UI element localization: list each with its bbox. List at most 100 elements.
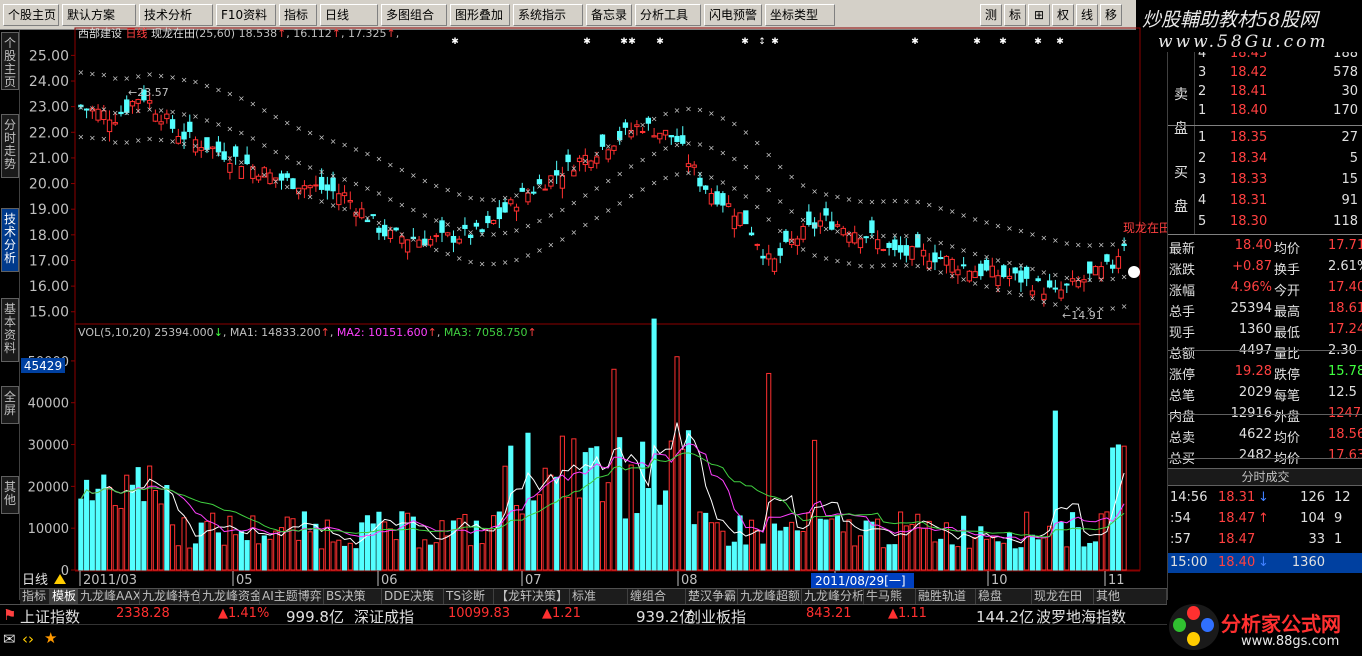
buy-volume: 91 (1341, 193, 1358, 208)
sell-row[interactable]: 2 18.41 30 (1168, 82, 1362, 102)
top-watermark: 炒股輔助教材58股网 www.58Gu.com (1136, 0, 1362, 52)
middle-band-mark: × (1086, 276, 1093, 285)
upper-band-mark: × (823, 190, 830, 199)
volume-bar (508, 445, 514, 571)
volume-bar (416, 547, 422, 571)
volume-bar (685, 430, 692, 571)
nav-arrows-icon[interactable]: ‹› (22, 630, 34, 648)
lower-band-mark: × (708, 173, 715, 182)
middle-band-mark: × (123, 109, 130, 118)
middle-band-mark: × (238, 128, 245, 137)
quote-panel: 卖盘买盘 4 18.45 188 3 18.42 578 2 18.41 30 1 18.40 170 1… (1167, 52, 1362, 600)
btab-jlf-aax[interactable]: 九龙峰AAX (78, 589, 140, 604)
volume-bar (777, 530, 783, 571)
signal-marker: ✱ (628, 37, 636, 47)
buy-row[interactable]: 4 18.31 91 (1168, 191, 1362, 211)
date-label: 05 (236, 573, 253, 588)
btab-chuhan[interactable]: 楚汉争霸 (686, 589, 738, 604)
candle-body (473, 222, 480, 227)
btab-ai-theme[interactable]: AI主题博弈 (260, 589, 324, 604)
lower-band-mark: × (158, 136, 165, 145)
btab-indicator[interactable]: 指标 (20, 589, 50, 604)
sell-row[interactable]: 1 18.40 170 (1168, 101, 1362, 121)
middle-band-mark: × (467, 228, 474, 237)
volume-bar (152, 490, 158, 571)
btab-jlf-analysis[interactable]: 九龙峰分析 (802, 589, 864, 604)
price-axis-label: 21.00 (29, 151, 69, 167)
btab-xianlong[interactable]: 现龙在田 (1032, 589, 1094, 604)
volume-bar (565, 496, 571, 571)
tick-direction-icon: ↓ (1258, 490, 1269, 505)
volume-bar (112, 505, 118, 571)
tick-row[interactable]: :57 18.47 33 1 (1168, 530, 1362, 550)
btab-jlf-excess[interactable]: 九龙峰超额 (738, 589, 802, 604)
candle-body (754, 243, 760, 246)
buy-row[interactable]: 5 18.30 118 (1168, 212, 1362, 232)
lower-band-mark: × (513, 255, 520, 264)
buy-row[interactable]: 3 18.33 15 (1168, 170, 1362, 190)
upper-band-mark: × (1063, 239, 1070, 248)
favorite-star-icon[interactable]: ★ (44, 629, 57, 647)
quote-label-2: 换手 (1274, 263, 1301, 278)
upper-band-mark: × (1041, 234, 1048, 243)
volume-bar (267, 538, 273, 571)
btab-dde[interactable]: DDE决策 (382, 589, 444, 604)
lower-band-mark: × (215, 149, 222, 158)
tick-row[interactable]: 14:56 18.31 ↓ 126 12 (1168, 488, 1362, 508)
upper-band-mark: × (697, 106, 704, 115)
candle-body (232, 146, 239, 157)
lower-band-mark: × (192, 142, 199, 151)
lower-band-mark: × (78, 132, 85, 141)
sell-level: 4 (1198, 52, 1207, 61)
middle-band-mark: × (720, 148, 727, 157)
tick-row[interactable]: :54 18.47 ↑ 104 9 (1168, 509, 1362, 529)
lower-band-mark: × (983, 282, 990, 291)
upper-band-mark: × (376, 155, 383, 164)
tick-row[interactable]: 15:00 18.40 ↓ 1360 (1168, 553, 1362, 573)
btab-jlf-fund[interactable]: 九龙峰资金 (200, 589, 260, 604)
volume-bar (720, 530, 726, 571)
btab-standard[interactable]: 标准 (570, 589, 628, 604)
quote-row: 总买 2482 均价 17.63 (1168, 446, 1362, 467)
btab-rongsheng[interactable]: 融胜轨道 (916, 589, 976, 604)
middle-band-mark: × (1109, 275, 1116, 284)
lower-band-mark: × (1006, 288, 1013, 297)
volume-bar (571, 438, 577, 571)
mail-icon[interactable]: ✉ (3, 630, 16, 648)
volume-bar (949, 544, 955, 571)
upper-band-mark: × (158, 71, 165, 80)
volume-bar (84, 479, 90, 571)
lower-band-mark: × (616, 199, 623, 208)
btab-stable[interactable]: 稳盘 (976, 589, 1032, 604)
upper-band-mark: × (857, 197, 864, 206)
btab-other[interactable]: 其他 (1094, 589, 1167, 604)
upper-band-mark: × (651, 115, 658, 124)
sell-row[interactable]: 3 18.42 578 (1168, 63, 1362, 83)
btab-template[interactable]: 模板 (50, 589, 78, 604)
upper-band-mark: × (399, 166, 406, 175)
candle-body (697, 177, 703, 187)
middle-band-mark: × (1052, 271, 1059, 280)
vol-axis-label: 20000 (28, 480, 69, 495)
btab-jlf-hold[interactable]: 九龙峰持仓 (140, 589, 200, 604)
volume-bar (794, 530, 800, 571)
quote-value-2: 17.71 (1328, 238, 1362, 253)
volume-bar (393, 539, 399, 571)
volume-bar (628, 464, 634, 571)
btab-bs[interactable]: BS决策 (324, 589, 382, 604)
buy-row[interactable]: 1 18.35 27 (1168, 128, 1362, 148)
middle-band-mark: × (1098, 275, 1105, 284)
volume-bar (1069, 512, 1076, 571)
price-chart[interactable]: × × × × × × × × × × × × × × × × × × × × × × × × × × × × × × × × × × × × × × × ×… (0, 0, 1167, 600)
btab-ts[interactable]: TS诊断 (444, 589, 494, 604)
lower-band-mark: × (456, 254, 463, 263)
tick-direction-icon: ↑ (1258, 511, 1269, 526)
btab-bullbear[interactable]: 牛马熊 (864, 589, 916, 604)
btab-chan[interactable]: 缠组合 (628, 589, 686, 604)
candle-body (983, 259, 990, 271)
candle-body (1058, 289, 1064, 299)
buy-row[interactable]: 2 18.34 5 (1168, 149, 1362, 169)
btab-longxuan[interactable]: 【龙轩决策】 (494, 589, 570, 604)
tick-count: 1 (1334, 532, 1343, 547)
upper-band-mark: × (78, 68, 85, 77)
